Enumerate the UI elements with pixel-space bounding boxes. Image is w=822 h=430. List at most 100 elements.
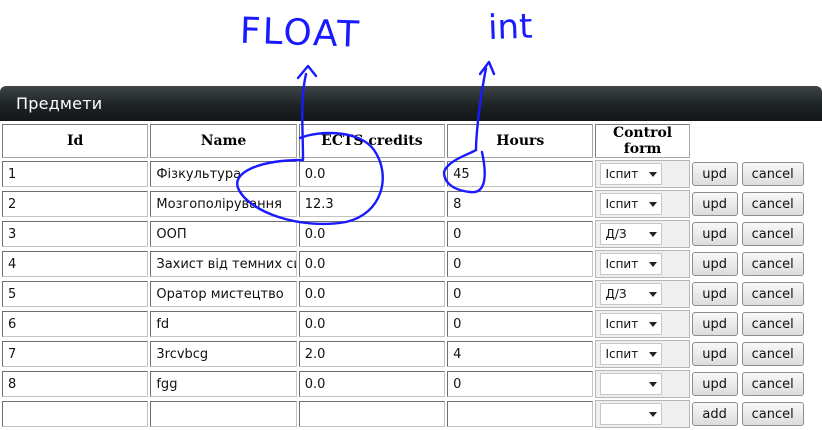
id-input[interactable]: 4 — [2, 251, 149, 277]
actions-cell: upd cancel — [691, 160, 820, 188]
cancel-button[interactable]: cancel — [741, 312, 804, 336]
update-button[interactable]: upd — [691, 222, 738, 246]
float-annotation-text: FLOAT — [239, 11, 361, 56]
ects-credits-input[interactable]: 0.0 — [298, 371, 446, 397]
control-form-select[interactable]: Іспит — [600, 313, 663, 335]
cancel-button[interactable]: cancel — [741, 252, 804, 276]
cancel-button[interactable]: cancel — [741, 162, 804, 186]
hours-cell: 4 — [447, 340, 594, 368]
control-form-select[interactable]: Іспит — [600, 253, 663, 275]
ects-credits-input[interactable] — [298, 401, 446, 427]
control-form-cell: Іспит — [595, 160, 690, 188]
control-form-select[interactable] — [600, 373, 663, 395]
update-button[interactable]: upd — [691, 342, 738, 366]
name-input[interactable]: fgg — [150, 371, 297, 397]
cancel-button[interactable]: cancel — [741, 222, 804, 246]
add-button[interactable]: add — [691, 402, 738, 426]
id-input[interactable]: 7 — [2, 341, 149, 367]
header-ects-credits: ECTS credits — [298, 124, 446, 158]
name-cell: Мозгополірування — [150, 190, 297, 218]
control-form-cell: Д/З — [595, 220, 690, 248]
header-id: Id — [2, 124, 149, 158]
hours-cell: 8 — [447, 190, 594, 218]
id-input[interactable]: 2 — [2, 191, 149, 217]
table-row: 2 Мозгополірування 12.3 8 Іспит upd cancel — [2, 190, 820, 218]
control-form-select[interactable]: Іспит — [600, 343, 663, 365]
actions-cell: upd cancel — [691, 340, 820, 368]
hours-input[interactable]: 45 — [447, 161, 594, 187]
float-arrow-head — [296, 64, 318, 80]
hours-input[interactable]: 0 — [447, 311, 594, 337]
update-button[interactable]: upd — [691, 372, 738, 396]
control-form-select[interactable]: Іспит — [600, 163, 663, 185]
table-row: 7 3rcvbcg 2.0 4 Іспит upd cancel — [2, 340, 820, 368]
name-cell: ООП — [150, 220, 297, 248]
update-button[interactable]: upd — [691, 162, 738, 186]
control-form-select[interactable] — [600, 403, 663, 425]
ects-credits-cell — [298, 400, 446, 428]
int-arrow-head — [478, 60, 496, 76]
id-input[interactable]: 3 — [2, 221, 149, 247]
panel-header: Предмети — [0, 86, 822, 121]
control-form-cell: Іспит — [595, 190, 690, 218]
update-button[interactable]: upd — [691, 252, 738, 276]
hours-input[interactable]: 0 — [447, 221, 594, 247]
actions-cell: upd cancel — [691, 220, 820, 248]
table-row: 8 fgg 0.0 0 upd cancel — [2, 370, 820, 398]
ects-credits-input[interactable]: 0.0 — [298, 281, 446, 307]
id-input[interactable]: 5 — [2, 281, 149, 307]
name-input[interactable]: 3rcvbcg — [150, 341, 297, 367]
id-cell: 7 — [2, 340, 149, 368]
actions-cell: upd cancel — [691, 280, 820, 308]
control-form-select[interactable]: Д/З — [600, 283, 663, 305]
cancel-button[interactable]: cancel — [741, 372, 804, 396]
ects-credits-cell: 12.3 — [298, 190, 446, 218]
update-button[interactable]: upd — [691, 282, 738, 306]
id-input[interactable]: 8 — [2, 371, 149, 397]
update-button[interactable]: upd — [691, 192, 738, 216]
ects-credits-input[interactable]: 0.0 — [298, 311, 446, 337]
control-form-select[interactable]: Д/З — [600, 223, 663, 245]
panel-title: Предмети — [16, 94, 103, 113]
chevron-down-icon — [649, 202, 658, 207]
hours-input[interactable]: 0 — [447, 251, 594, 277]
update-button[interactable]: upd — [691, 312, 738, 336]
id-input[interactable]: 1 — [2, 161, 149, 187]
hours-input[interactable]: 0 — [447, 281, 594, 307]
ects-credits-input[interactable]: 0.0 — [298, 161, 446, 187]
hours-cell: 45 — [447, 160, 594, 188]
name-input[interactable]: Захист від темних си — [150, 251, 297, 277]
table-header-row: Id Name ECTS credits Hours Control form — [2, 124, 820, 158]
name-input[interactable]: fd — [150, 311, 297, 337]
actions-cell: upd cancel — [691, 310, 820, 338]
cancel-button[interactable]: cancel — [741, 402, 804, 426]
cancel-button[interactable]: cancel — [741, 192, 804, 216]
ects-credits-input[interactable]: 0.0 — [298, 221, 446, 247]
hours-input[interactable]: 8 — [447, 191, 594, 217]
name-input[interactable]: Фізкультура — [150, 161, 297, 187]
control-form-select[interactable]: Іспит — [600, 193, 663, 215]
id-input[interactable]: 6 — [2, 311, 149, 337]
hours-input[interactable]: 0 — [447, 371, 594, 397]
cancel-button[interactable]: cancel — [741, 282, 804, 306]
chevron-down-icon — [649, 262, 658, 267]
hours-cell — [447, 400, 594, 428]
name-input[interactable]: ООП — [150, 221, 297, 247]
id-cell: 8 — [2, 370, 149, 398]
hours-input[interactable]: 4 — [447, 341, 594, 367]
control-form-container: Іспит — [595, 250, 690, 278]
ects-credits-cell: 0.0 — [298, 280, 446, 308]
table-row: add cancel — [2, 400, 820, 428]
id-input[interactable] — [2, 401, 149, 427]
table-row: 4 Захист від темних си 0.0 0 Іспит upd cancel — [2, 250, 820, 278]
cancel-button[interactable]: cancel — [741, 342, 804, 366]
name-input[interactable] — [150, 401, 297, 427]
name-cell — [150, 400, 297, 428]
id-cell: 2 — [2, 190, 149, 218]
ects-credits-input[interactable]: 0.0 — [298, 251, 446, 277]
ects-credits-input[interactable]: 12.3 — [298, 191, 446, 217]
name-input[interactable]: Оратор мистецтво — [150, 281, 297, 307]
name-input[interactable]: Мозгополірування — [150, 191, 297, 217]
hours-input[interactable] — [447, 401, 594, 427]
ects-credits-input[interactable]: 2.0 — [298, 341, 446, 367]
